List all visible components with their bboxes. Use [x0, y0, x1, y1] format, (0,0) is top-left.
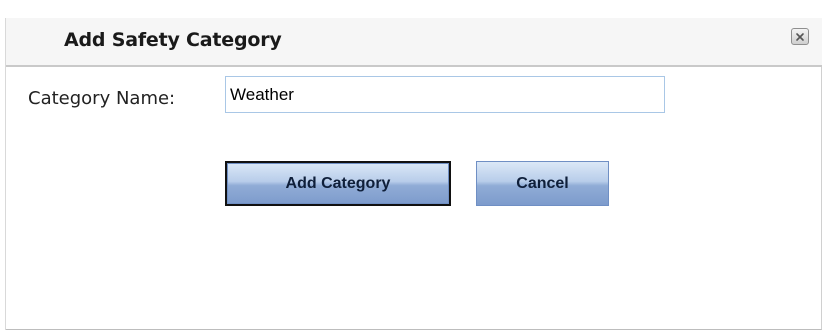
add-category-label: Add Category	[285, 174, 391, 192]
category-name-input[interactable]	[225, 76, 665, 113]
add-category-button[interactable]: Add Category	[225, 161, 451, 206]
dialog-titlebar[interactable]: Add Safety Category	[6, 18, 822, 67]
close-button[interactable]	[791, 28, 809, 45]
cancel-button[interactable]: Cancel	[476, 161, 609, 206]
category-name-label: Category Name:	[28, 88, 176, 109]
close-icon	[795, 32, 805, 42]
cancel-label: Cancel	[516, 174, 569, 192]
dialog-content: Category Name: Add Category Cancel	[6, 67, 822, 330]
dialog-title: Add Safety Category	[64, 29, 282, 51]
add-safety-category-dialog: Add Safety Category Category Name: Add C…	[5, 18, 822, 330]
